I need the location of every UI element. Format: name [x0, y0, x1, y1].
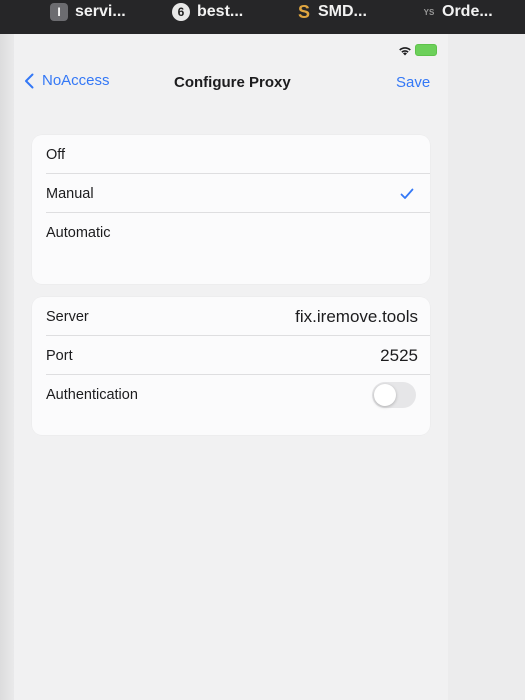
tab-label: servi... [75, 3, 126, 20]
battery-charging-icon [415, 44, 437, 56]
tab-favicon-icon: 6 [172, 3, 190, 21]
option-label: Automatic [46, 224, 111, 241]
navigation-bar: NoAccess Configure Proxy Save [14, 70, 448, 98]
tab-label: Orde... [442, 3, 493, 20]
option-manual[interactable]: Manual [32, 174, 430, 213]
tab-favicon-icon: S [297, 1, 310, 22]
browser-tab-2[interactable]: 6 best... [172, 0, 243, 24]
server-row[interactable]: Server fix.iremove.tools [32, 297, 430, 336]
server-input[interactable]: fix.iremove.tools [295, 307, 418, 327]
option-automatic[interactable]: Automatic [32, 213, 430, 252]
wifi-icon [399, 46, 411, 55]
browser-tab-1[interactable]: I servi... [50, 0, 126, 24]
chevron-left-icon [25, 73, 34, 88]
option-label: Off [46, 146, 66, 163]
screen-edge [0, 34, 14, 700]
browser-tab-bar: I servi... 6 best... S SMD... YS Orde... [0, 0, 525, 34]
back-button-label: NoAccess [42, 72, 110, 89]
checkmark-icon [400, 188, 414, 199]
status-icons [398, 44, 437, 56]
authentication-label: Authentication [46, 386, 138, 403]
manual-proxy-settings: Server fix.iremove.tools Port 2525 Authe… [32, 297, 430, 435]
authentication-toggle[interactable] [372, 381, 416, 408]
browser-tab-3[interactable]: S SMD... [297, 0, 367, 24]
toggle-knob [374, 383, 396, 406]
save-button[interactable]: Save [396, 74, 430, 91]
right-margin [448, 34, 525, 700]
browser-tab-4[interactable]: YS Orde... [423, 0, 493, 24]
authentication-row: Authentication [32, 375, 430, 414]
proxy-mode-list: Off Manual Automatic [32, 135, 430, 284]
device-screen: NoAccess Configure Proxy Save Off Manual… [0, 34, 525, 700]
port-label: Port [46, 347, 73, 364]
tab-label: SMD... [318, 3, 367, 20]
port-input[interactable]: 2525 [380, 346, 418, 366]
tab-favicon-icon: I [50, 3, 68, 21]
tab-favicon-icon: YS [423, 7, 435, 17]
option-label: Manual [46, 185, 94, 202]
page-title: Configure Proxy [174, 74, 291, 91]
option-off[interactable]: Off [32, 135, 430, 174]
tab-label: best... [197, 3, 244, 20]
port-row[interactable]: Port 2525 [32, 336, 430, 375]
server-label: Server [46, 308, 89, 325]
back-button[interactable]: NoAccess [24, 72, 110, 89]
